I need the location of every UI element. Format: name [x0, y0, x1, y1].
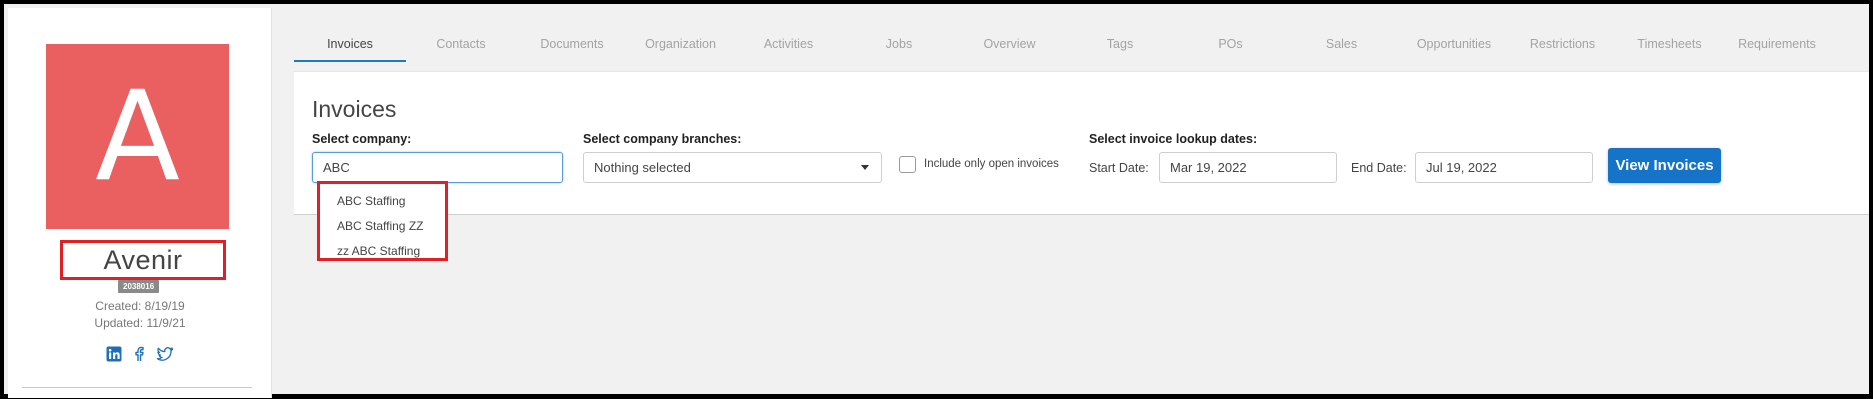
- tab-contacts[interactable]: Contacts: [406, 32, 516, 62]
- branches-label: Select company branches:: [583, 132, 742, 146]
- start-date-input[interactable]: Mar 19, 2022: [1159, 152, 1337, 183]
- tab-documents[interactable]: Documents: [516, 32, 628, 62]
- company-suggestions-dropdown: ABC Staffing ABC Staffing ZZ zz ABC Staf…: [317, 181, 448, 261]
- end-date-input[interactable]: Jul 19, 2022: [1415, 152, 1593, 183]
- company-label: Select company:: [312, 132, 412, 146]
- suggestion-item[interactable]: zz ABC Staffing: [320, 239, 445, 264]
- caret-down-icon: [861, 165, 869, 170]
- branches-select-value: Nothing selected: [594, 160, 691, 175]
- updated-date: Updated: 11/9/21: [94, 316, 186, 330]
- sidebar-divider: [22, 387, 252, 388]
- open-invoices-checkbox[interactable]: [899, 156, 916, 173]
- invoices-panel: Invoices Select company: ABC Select comp…: [294, 71, 1869, 215]
- branches-select[interactable]: Nothing selected: [583, 152, 882, 183]
- tab-organization[interactable]: Organization: [628, 32, 733, 62]
- linkedin-icon[interactable]: [106, 346, 122, 362]
- profile-name: Avenir: [103, 244, 183, 275]
- open-invoices-label: Include only open invoices: [924, 158, 1059, 170]
- social-links: [8, 346, 272, 362]
- tab-overview[interactable]: Overview: [954, 32, 1065, 62]
- start-date-value: Mar 19, 2022: [1170, 160, 1247, 175]
- tab-jobs[interactable]: Jobs: [844, 32, 954, 62]
- window-frame: A Avenir 2038016 Created: 8/19/19 Update…: [0, 0, 1873, 399]
- profile-name-highlight: Avenir: [60, 240, 226, 280]
- start-date-label: Start Date:: [1089, 161, 1149, 175]
- view-invoices-button[interactable]: View Invoices: [1608, 148, 1721, 183]
- panel-title: Invoices: [312, 96, 397, 122]
- tab-requirements[interactable]: Requirements: [1725, 32, 1829, 62]
- end-date-value: Jul 19, 2022: [1426, 160, 1497, 175]
- tab-opportunities[interactable]: Opportunities: [1397, 32, 1511, 62]
- avatar-letter: A: [95, 64, 180, 209]
- tab-pos[interactable]: POs: [1175, 32, 1286, 62]
- tab-activities[interactable]: Activities: [733, 32, 844, 62]
- tab-restrictions[interactable]: Restrictions: [1511, 32, 1614, 62]
- profile-sidebar: A Avenir 2038016 Created: 8/19/19 Update…: [8, 8, 272, 398]
- tab-invoices[interactable]: Invoices: [294, 32, 406, 62]
- dates-label: Select invoice lookup dates:: [1089, 132, 1258, 146]
- tab-timesheets[interactable]: Timesheets: [1614, 32, 1725, 62]
- suggestion-item[interactable]: ABC Staffing: [320, 189, 445, 214]
- end-date-label: End Date:: [1351, 161, 1407, 175]
- id-badge: 2038016: [118, 280, 160, 293]
- created-date: Created: 8/19/19: [95, 299, 185, 313]
- facebook-icon[interactable]: [132, 346, 146, 362]
- twitter-icon[interactable]: [156, 346, 174, 362]
- tab-sales[interactable]: Sales: [1286, 32, 1397, 62]
- tab-tags[interactable]: Tags: [1065, 32, 1175, 62]
- company-input-value: ABC: [323, 160, 350, 175]
- company-input[interactable]: ABC: [312, 152, 563, 183]
- tab-bar: Invoices Contacts Documents Organization…: [294, 32, 1829, 64]
- avatar: A: [46, 44, 229, 229]
- suggestion-item[interactable]: ABC Staffing ZZ: [320, 214, 445, 239]
